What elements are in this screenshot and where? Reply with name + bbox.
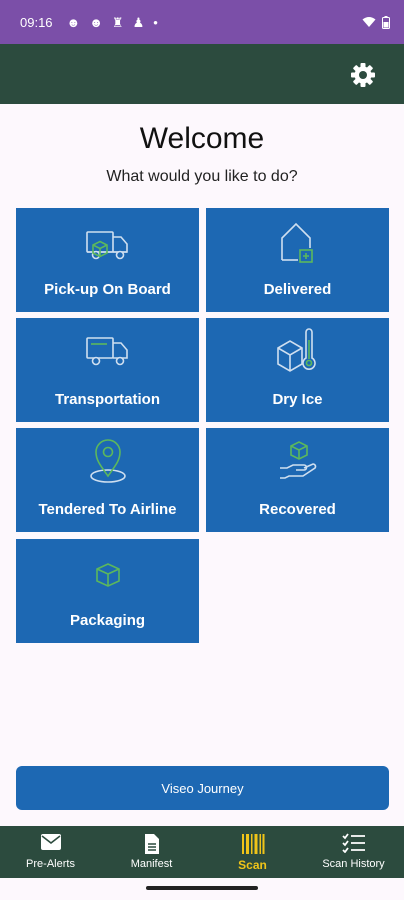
person-icon: ♟: [132, 14, 145, 30]
tile-recovered[interactable]: Recovered: [206, 428, 389, 532]
nav-scan[interactable]: Scan: [202, 826, 303, 878]
system-icons: [362, 15, 390, 29]
tile-label: Dry Ice: [272, 391, 323, 408]
status-time: 09:16: [20, 14, 53, 30]
gesture-handle[interactable]: [146, 886, 258, 890]
gesture-bar: [0, 878, 404, 900]
page-title: Welcome: [139, 122, 265, 155]
battery-icon: [382, 15, 390, 29]
tile-label: Packaging: [69, 612, 146, 629]
document-icon: [144, 834, 159, 854]
tile-label: Tendered To Airline: [38, 501, 177, 518]
tile-label: Delivered: [263, 281, 332, 298]
truck-with-box-icon: [85, 231, 128, 260]
tile-label: Recovered: [259, 501, 336, 518]
envelope-icon: [40, 834, 61, 850]
location-pin-icon: [89, 439, 126, 483]
tile-transportation[interactable]: Transportation: [16, 318, 199, 422]
tile-label: Pick-up On Board: [44, 281, 171, 298]
tile-pickup-on-board[interactable]: Pick-up On Board: [16, 208, 199, 312]
gear-icon[interactable]: [350, 62, 376, 88]
box-icon: [95, 563, 120, 587]
app-bar: [0, 44, 404, 104]
tile-packaging[interactable]: Packaging: [16, 539, 199, 643]
nav-label: Scan History: [322, 858, 385, 870]
tile-label: Transportation: [54, 391, 160, 408]
dot-icon: •: [153, 14, 158, 30]
tile-delivered[interactable]: Delivered: [206, 208, 389, 312]
nav-label: Manifest: [130, 858, 173, 870]
bag-icon: ♜: [111, 14, 124, 30]
nav-manifest[interactable]: Manifest: [101, 826, 202, 878]
page-subtitle: What would you like to do?: [106, 168, 298, 185]
viseo-journey-button[interactable]: Viseo Journey: [16, 766, 389, 810]
notification-icons: ☻ ☻ ♜ ♟ •: [67, 16, 158, 29]
face-icon: ☻: [89, 14, 103, 30]
nav-label: Scan: [238, 858, 267, 872]
status-bar: 09:16 ☻ ☻ ♜ ♟ •: [0, 0, 404, 44]
truck-icon: [85, 337, 128, 366]
tile-tendered-to-airline[interactable]: Tendered To Airline: [16, 428, 199, 532]
tile-dry-ice[interactable]: Dry Ice: [206, 318, 389, 422]
wifi-icon: [362, 17, 376, 27]
hand-holding-box-icon: [279, 441, 316, 479]
checklist-icon: [341, 833, 365, 853]
face-icon: ☻: [66, 14, 81, 30]
bottom-nav: Pre-Alerts Manifest Scan Scan History: [0, 826, 404, 878]
barcode-icon: [241, 834, 264, 854]
nav-label: Pre-Alerts: [26, 858, 75, 870]
box-with-thermometer-icon: [276, 328, 316, 372]
nav-scan-history[interactable]: Scan History: [303, 826, 404, 878]
nav-pre-alerts[interactable]: Pre-Alerts: [0, 826, 101, 878]
house-with-plus-icon: [280, 222, 313, 263]
